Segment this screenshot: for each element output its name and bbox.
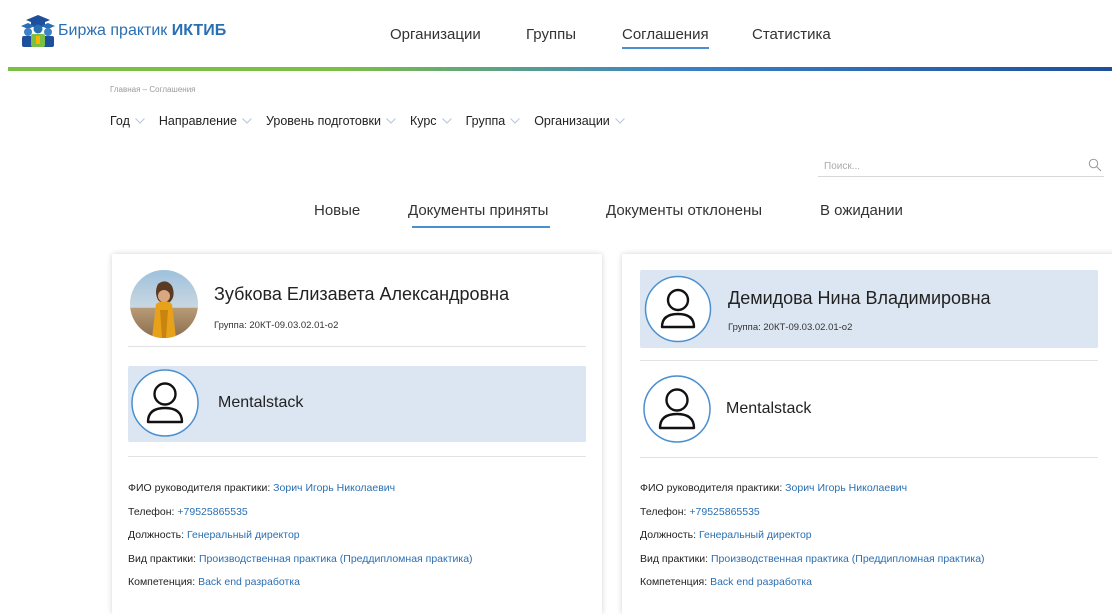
- status-tabs: Новые Документы приняты Документы отклон…: [0, 202, 1112, 232]
- organization-name: Mentalstack: [218, 394, 304, 411]
- user-placeholder-icon: [131, 369, 199, 437]
- nav-item-organizations[interactable]: Организации: [390, 26, 481, 43]
- detail-value: +79525865535: [689, 505, 760, 518]
- tab-documents-rejected[interactable]: Документы отклонены: [606, 202, 762, 219]
- filter-label: Организации: [534, 114, 610, 128]
- organization-name: Mentalstack: [726, 400, 812, 417]
- divider: [640, 360, 1098, 361]
- detail-phone: Телефон: +79525865535: [640, 506, 1112, 530]
- detail-label: Компетенция:: [128, 576, 196, 588]
- filter-group[interactable]: Группа: [466, 114, 521, 128]
- filter-label: Группа: [465, 114, 506, 128]
- filters-bar: Год Направление Уровень подготовки Курс …: [110, 112, 639, 130]
- detail-competence: Компетенция: Back end разработка: [640, 576, 1112, 600]
- detail-competence: Компетенция: Back end разработка: [128, 576, 592, 600]
- nav-item-groups[interactable]: Группы: [526, 26, 576, 43]
- detail-practice-type: Вид практики: Производственная практика …: [128, 553, 592, 577]
- tab-new[interactable]: Новые: [314, 202, 360, 219]
- search-box: [818, 156, 1104, 177]
- chevron-down-icon: [441, 118, 452, 124]
- student-name: Зубкова Елизавета Александровна: [214, 284, 510, 304]
- detail-value: Back end разработка: [198, 576, 300, 588]
- nav-item-agreements[interactable]: Соглашения: [622, 26, 709, 49]
- student-group: Группа: 20КТ-09.03.02.01-о2: [728, 322, 853, 333]
- user-placeholder-icon: [644, 275, 712, 343]
- chevron-down-icon: [242, 118, 252, 124]
- detail-label: Компетенция:: [640, 576, 708, 588]
- detail-supervisor: ФИО руководителя практики: Зорич Игорь Н…: [128, 482, 592, 506]
- practice-details: ФИО руководителя практики: Зорич Игорь Н…: [128, 482, 592, 600]
- detail-label: Должность:: [128, 529, 185, 541]
- filter-label: Направление: [158, 114, 237, 128]
- agreement-card[interactable]: Демидова Нина Владимировна Группа: 20КТ-…: [622, 254, 1112, 614]
- filter-course[interactable]: Курс: [410, 114, 452, 128]
- detail-supervisor: ФИО руководителя практики: Зорич Игорь Н…: [640, 482, 1112, 506]
- detail-position: Должность: Генеральный директор: [128, 529, 592, 553]
- detail-value: Производственная практика (Преддипломная…: [710, 552, 985, 565]
- filter-level[interactable]: Уровень подготовки: [266, 114, 396, 128]
- detail-phone: Телефон: +79525865535: [128, 506, 592, 530]
- detail-position: Должность: Генеральный директор: [640, 529, 1112, 553]
- detail-label: ФИО руководителя практики:: [128, 482, 271, 494]
- organization-block: Mentalstack: [640, 372, 1098, 448]
- chevron-down-icon: [510, 118, 521, 124]
- detail-value: Производственная практика (Преддипломная…: [198, 552, 473, 565]
- filter-label: Год: [110, 114, 130, 128]
- top-header: Биржа практик ИКТИБ Организации Группы С…: [0, 0, 1112, 71]
- detail-label: Телефон:: [128, 505, 175, 518]
- detail-value: Зорич Игорь Николаевич: [785, 482, 908, 494]
- chevron-down-icon: [614, 118, 625, 124]
- main-nav: Организации Группы Соглашения Статистика: [0, 26, 1112, 50]
- chevron-down-icon: [386, 118, 396, 124]
- search-input[interactable]: [818, 157, 1074, 176]
- student-group: Группа: 20КТ-09.03.02.01-о2: [214, 320, 339, 331]
- detail-label: Вид практики:: [640, 552, 709, 565]
- search-icon[interactable]: [1088, 158, 1102, 172]
- filter-direction[interactable]: Направление: [159, 114, 252, 128]
- detail-label: Телефон:: [640, 505, 687, 518]
- filter-organizations[interactable]: Организации: [534, 114, 625, 128]
- organization-block: Mentalstack: [128, 366, 586, 442]
- user-placeholder-icon: [643, 375, 711, 443]
- filter-label: Курс: [409, 114, 437, 128]
- student-block: Зубкова Елизавета Александровна Группа: …: [128, 268, 586, 347]
- detail-value: Back end разработка: [710, 576, 812, 588]
- student-name: Демидова Нина Владимировна: [728, 288, 991, 308]
- practice-details: ФИО руководителя практики: Зорич Игорь Н…: [640, 482, 1112, 600]
- chevron-down-icon: [135, 118, 145, 124]
- divider: [128, 456, 586, 457]
- detail-label: Вид практики:: [128, 552, 197, 565]
- student-photo-avatar: [130, 270, 198, 338]
- breadcrumb[interactable]: Главная – Соглашения: [110, 85, 196, 94]
- filter-year[interactable]: Год: [110, 114, 145, 128]
- nav-item-statistics[interactable]: Статистика: [752, 26, 831, 43]
- tab-pending[interactable]: В ожидании: [820, 202, 903, 219]
- detail-label: Должность:: [640, 529, 697, 541]
- filter-label: Уровень подготовки: [266, 114, 381, 128]
- agreement-card[interactable]: Зубкова Елизавета Александровна Группа: …: [112, 254, 602, 614]
- detail-value: Генеральный директор: [187, 529, 300, 541]
- divider: [640, 457, 1098, 458]
- student-block: Демидова Нина Владимировна Группа: 20КТ-…: [640, 270, 1098, 348]
- detail-value: Зорич Игорь Николаевич: [273, 482, 396, 494]
- tab-documents-accepted[interactable]: Документы приняты: [408, 202, 551, 228]
- detail-label: ФИО руководителя практики:: [640, 482, 783, 494]
- detail-value: Генеральный директор: [699, 529, 812, 541]
- detail-value: +79525865535: [177, 505, 248, 518]
- header-divider: [8, 67, 1112, 71]
- detail-practice-type: Вид практики: Производственная практика …: [640, 553, 1112, 577]
